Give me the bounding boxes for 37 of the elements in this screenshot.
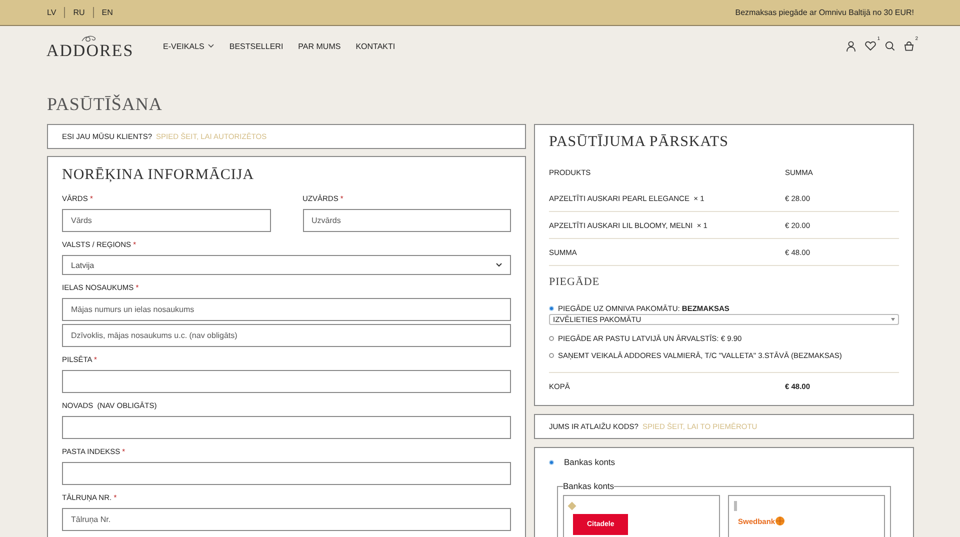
nav-link[interactable]: KONTAKTI	[356, 42, 396, 50]
radio-button[interactable]	[549, 306, 554, 311]
section-title: NORĒĶINA INFORMĀCIJA	[62, 167, 254, 184]
input-field[interactable]	[62, 416, 511, 439]
heart-icon[interactable]	[865, 41, 876, 51]
search-icon[interactable]	[885, 41, 895, 51]
input-field[interactable]	[62, 462, 511, 485]
caret-icon	[891, 318, 895, 321]
radio-button[interactable]	[734, 501, 737, 511]
input-field[interactable]: Tālruņa Nr.	[62, 508, 511, 531]
group-legend: Bankas konts	[563, 481, 614, 491]
section-title: PASŪTĪJUMA PĀRSKATS	[549, 134, 728, 151]
language-link[interactable]: RU	[73, 8, 85, 17]
announcement-text: Bezmaksas piegāde ar Omnivu Baltijā no 30 EUR!	[735, 8, 914, 17]
input-field[interactable]: Mājas numurs un ielas nosaukums	[62, 298, 511, 321]
select-field[interactable]: Latvija	[62, 255, 511, 275]
user-icon[interactable]	[846, 40, 856, 52]
input-field[interactable]	[62, 370, 511, 393]
radio-button[interactable]	[549, 353, 554, 358]
radio-button[interactable]	[549, 460, 554, 464]
radio-button[interactable]	[549, 336, 554, 341]
basket-icon[interactable]	[904, 41, 914, 51]
logo[interactable]: ADDORES	[46, 42, 134, 58]
payment-method-label[interactable]: Bankas konts	[564, 457, 616, 467]
sun-icon	[775, 516, 786, 526]
input-field[interactable]: Uzvārds	[302, 209, 511, 232]
chevron-down-icon	[496, 263, 502, 267]
input-field[interactable]: Vārds	[62, 209, 270, 232]
nav-link[interactable]: BESTSELLERI	[229, 42, 284, 50]
language-link[interactable]: EN	[102, 8, 113, 17]
radio-button[interactable]	[568, 502, 576, 510]
section-title: PIEGĀDE	[549, 276, 600, 288]
page-title: PASŪTĪŠANA	[47, 94, 162, 115]
input-field[interactable]: Dzīvoklis, mājas nosaukums u.c. (nav obligāts)	[62, 324, 511, 347]
language-link[interactable]: LV	[47, 8, 56, 17]
nav-link[interactable]: PAR MUMS	[298, 42, 341, 50]
nav-link[interactable]: E-VEIKALS	[163, 42, 214, 50]
